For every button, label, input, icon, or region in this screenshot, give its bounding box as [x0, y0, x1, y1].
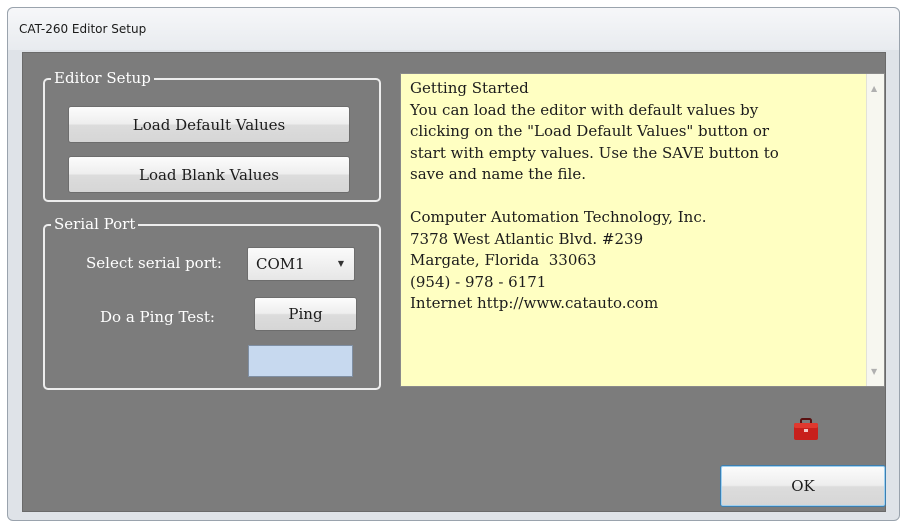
getting-started-textbox[interactable]: Getting Started You can load the editor w… [400, 73, 885, 387]
scroll-down-icon[interactable]: ▼ [871, 361, 877, 383]
ping-test-label: Do a Ping Test: [100, 308, 215, 326]
title-bar[interactable]: CAT-260 Editor Setup [8, 8, 899, 50]
window-title: CAT-260 Editor Setup [19, 22, 147, 36]
toolbox-icon [794, 418, 818, 440]
chevron-down-icon: ▼ [337, 259, 344, 268]
dialog-body: Editor Setup Load Default Values Load Bl… [22, 52, 886, 512]
info-line: Getting Started [410, 79, 529, 97]
info-line: start with empty values. Use the SAVE bu… [410, 143, 779, 162]
load-blank-values-button[interactable]: Load Blank Values [68, 156, 350, 193]
info-line: save and name the file. [410, 165, 586, 183]
setup-dialog: CAT-260 Editor Setup Editor Setup Load D… [7, 7, 900, 521]
ok-button[interactable]: OK [720, 465, 886, 507]
serial-port-value: COM1 [256, 255, 305, 273]
info-line: 7378 West Atlantic Blvd. #239 [410, 229, 644, 248]
info-line [410, 186, 860, 208]
serial-port-legend: Serial Port [51, 215, 139, 233]
ping-button[interactable]: Ping [254, 297, 357, 331]
vertical-scrollbar[interactable]: ▲ ▼ [866, 74, 884, 386]
info-line: You can load the editor with default val… [410, 100, 759, 119]
serial-port-select[interactable]: COM1 ▼ [247, 247, 355, 281]
scroll-up-icon[interactable]: ▲ [871, 78, 877, 100]
info-line: Computer Automation Technology, Inc. [410, 208, 707, 226]
info-line: Internet http://www.catauto.com [410, 294, 659, 312]
info-line: (954) - 978 - 6171 [410, 272, 547, 291]
load-default-values-button[interactable]: Load Default Values [68, 106, 350, 143]
editor-setup-legend: Editor Setup [51, 69, 154, 87]
info-line: clicking on the "Load Default Values" bu… [410, 122, 770, 140]
ping-result-field [248, 345, 353, 377]
info-line: Margate, Florida 33063 [410, 251, 597, 269]
select-serial-port-label: Select serial port: [86, 254, 222, 272]
getting-started-text: Getting Started You can load the editor w… [410, 78, 860, 315]
